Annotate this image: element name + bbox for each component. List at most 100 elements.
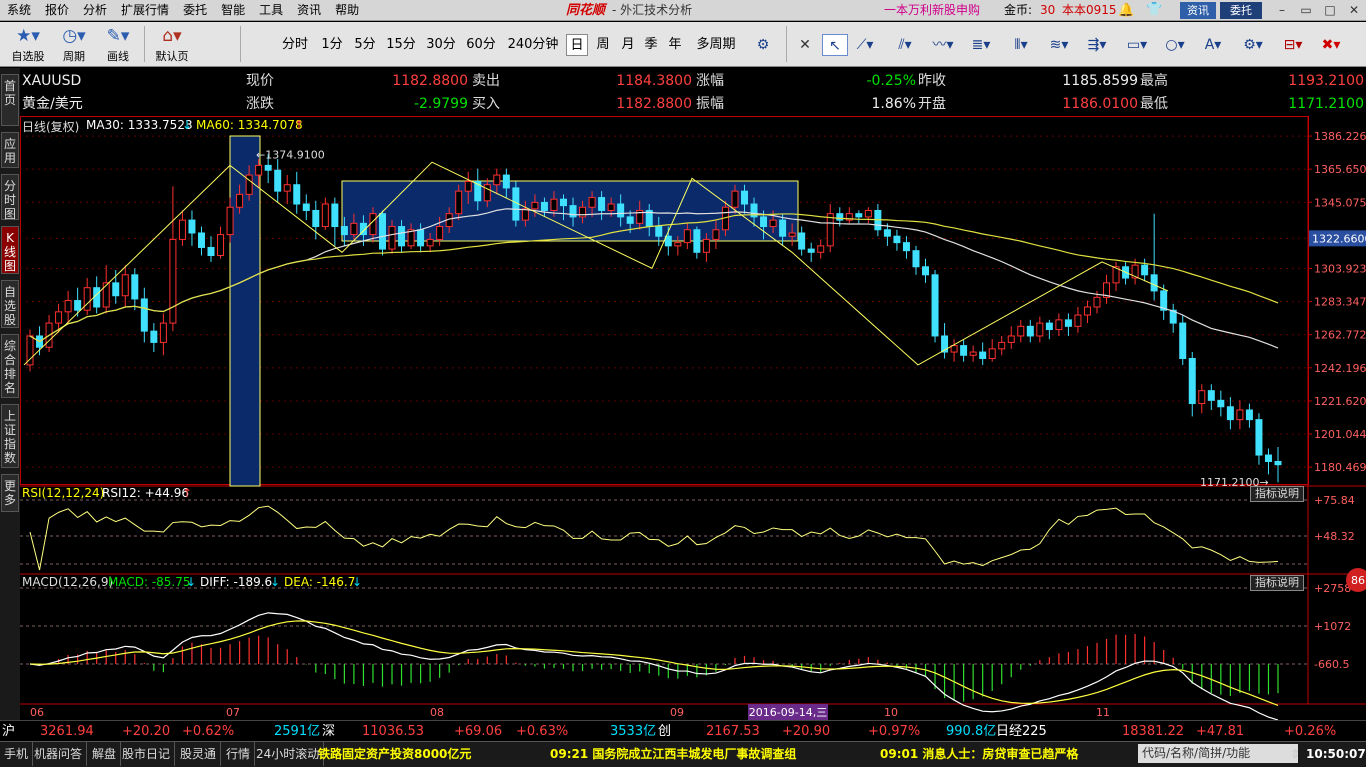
cursor-tool-icon[interactable]: ↖	[822, 34, 848, 56]
save-tool-icon[interactable]: ⊟▾	[1280, 34, 1306, 56]
menu-item[interactable]: 资讯	[290, 0, 328, 21]
clock: 10:50:07	[1306, 747, 1366, 761]
left-tab[interactable]: 自选股	[1, 280, 19, 328]
left-tab[interactable]: 应用	[1, 132, 19, 168]
status-button[interactable]: 股市日记	[118, 742, 176, 766]
channel-tool-icon[interactable]: ≋▾	[1046, 34, 1072, 56]
nikkei-value[interactable]: 18381.22	[1122, 721, 1184, 742]
x-tick-label: 10	[884, 706, 898, 719]
macd-value: MACD: -85.75	[108, 575, 191, 589]
status-button[interactable]: 解盘	[88, 742, 122, 766]
default-page-label: 默认页	[155, 50, 189, 63]
candle-body	[331, 203, 339, 228]
settings-gear-icon[interactable]: ⚙	[750, 34, 776, 56]
status-button[interactable]: 24小时滚动	[252, 742, 325, 766]
rsi-explain-button[interactable]: 指标说明	[1250, 486, 1304, 502]
wave-tool-icon[interactable]: 〰▾	[930, 34, 956, 56]
user-name[interactable]: 本本0915	[1062, 0, 1117, 21]
candle-body	[426, 238, 434, 247]
code-search-input[interactable]: 代码/名称/简拼/功能	[1138, 744, 1298, 763]
menu-item[interactable]: 智能	[214, 0, 252, 21]
text-tool-icon[interactable]: A▾	[1200, 34, 1226, 56]
minimize-icon[interactable]: –	[1272, 1, 1292, 19]
menu-item[interactable]: 帮助	[328, 0, 366, 21]
period-button[interactable]: 分时	[280, 34, 310, 56]
bell-icon[interactable]: 🔔	[1118, 3, 1134, 18]
news-button[interactable]: 资讯	[1180, 2, 1216, 19]
period-button[interactable]: 60分	[464, 34, 498, 56]
menu-item[interactable]: 扩展行情	[114, 0, 176, 21]
rectangle-tool-icon[interactable]: ▭▾	[1124, 34, 1150, 56]
ellipse-tool-icon[interactable]: ○▾	[1162, 34, 1188, 56]
period-button[interactable]: 多周期	[692, 34, 740, 56]
period-button[interactable]: 日	[566, 34, 588, 56]
parallel-line-tool-icon[interactable]: ⫽▾	[892, 34, 918, 56]
left-tab[interactable]: 分时图	[1, 174, 19, 221]
status-button[interactable]: 手机	[0, 742, 34, 766]
status-button[interactable]: 机器问答	[30, 742, 88, 766]
status-button[interactable]: 股灵通	[176, 742, 222, 766]
left-tab[interactable]: 更多	[1, 474, 19, 512]
default-page-button[interactable]: ⌂▾ 默认页	[150, 24, 194, 64]
sz-value[interactable]: 11036.53	[362, 721, 424, 742]
high-value: 1193.2100	[1288, 73, 1364, 89]
menu-item[interactable]: 系统	[0, 0, 38, 21]
left-tab[interactable]: 首页	[1, 74, 19, 126]
sh-value[interactable]: 3261.94	[40, 721, 94, 742]
menu-item[interactable]: 委托	[176, 0, 214, 21]
arrow-tool-icon[interactable]: ⇶▾	[1084, 34, 1110, 56]
coin-value: 30	[1040, 3, 1056, 17]
period-button[interactable]: 季	[640, 34, 662, 56]
macd-explain-button[interactable]: 指标说明	[1250, 575, 1304, 591]
entrust-button[interactable]: 委托	[1220, 2, 1262, 19]
left-tab[interactable]: 综合排名	[1, 334, 19, 398]
period-button[interactable]: 年	[664, 34, 686, 56]
search-scroll-icon[interactable]: ⇕	[1290, 742, 1300, 766]
period-button[interactable]: 30分	[424, 34, 458, 56]
menu-item[interactable]: 工具	[252, 0, 290, 21]
left-tab[interactable]: 上证指数	[1, 404, 19, 468]
draw-button[interactable]: ✎▾ 画线	[98, 24, 138, 64]
restore-icon[interactable]: ▭	[1296, 1, 1316, 19]
candle-body	[1264, 454, 1272, 462]
sz-change: +69.06	[454, 724, 503, 739]
period-button[interactable]: ◷▾ 周期	[54, 24, 94, 64]
self-select-button[interactable]: ★▾ 自选股	[6, 24, 50, 64]
line-tool-icon[interactable]: ⟋▾	[852, 34, 878, 56]
candle-body	[102, 282, 110, 308]
period-button[interactable]: 5分	[352, 34, 378, 56]
candle-body	[1274, 460, 1282, 466]
candle-body	[217, 234, 225, 257]
maximize-icon[interactable]: □	[1320, 1, 1340, 19]
menu-item[interactable]: 分析	[76, 0, 114, 21]
high-marker: ←1374.9100	[256, 148, 325, 161]
cy-value[interactable]: 2167.53	[706, 721, 760, 742]
skin-icon[interactable]: 👕	[1146, 2, 1162, 17]
status-button[interactable]: 行情	[222, 742, 256, 766]
news-ticker-1[interactable]: 铁路固定资产投资8000亿元	[318, 742, 471, 766]
x-tick-label: 07	[226, 706, 240, 719]
candle-body	[169, 238, 177, 324]
candle-body	[64, 300, 72, 313]
draw-settings-icon[interactable]: ⚙▾	[1240, 34, 1266, 56]
gann-tool-icon[interactable]: ⦀▾	[1008, 34, 1034, 56]
news-ticker-3[interactable]: 09:01 消息人士：房贷审查已趋严格	[880, 742, 1078, 766]
coin-label: 金币:	[1004, 3, 1033, 17]
left-tab[interactable]: K线图	[1, 226, 19, 274]
menu-item[interactable]: 报价	[38, 0, 76, 21]
period-button[interactable]: 周	[592, 34, 614, 56]
candle-body	[188, 219, 196, 234]
period-button[interactable]: 240分钟	[504, 34, 562, 56]
period-button[interactable]: 15分	[384, 34, 418, 56]
candle-body	[1217, 399, 1225, 408]
period-button[interactable]: 1分	[320, 34, 344, 56]
panel-collapse-icon[interactable]: ✕	[792, 34, 818, 56]
candle-body	[112, 282, 120, 297]
news-ticker-2[interactable]: 09:21 国务院成立江西丰城发电厂事故调查组	[550, 742, 796, 766]
ipo-promo-link[interactable]: 一本万利新股申购	[884, 0, 980, 21]
fibonacci-tool-icon[interactable]: ≣▾	[968, 34, 994, 56]
delete-tool-icon[interactable]: ✖▾	[1318, 34, 1344, 56]
kline-chart[interactable]: 1386.22671365.65041345.07521322.6601303.…	[20, 116, 1366, 720]
close-icon[interactable]: ✕	[1344, 1, 1364, 19]
period-button[interactable]: 月	[618, 34, 638, 56]
